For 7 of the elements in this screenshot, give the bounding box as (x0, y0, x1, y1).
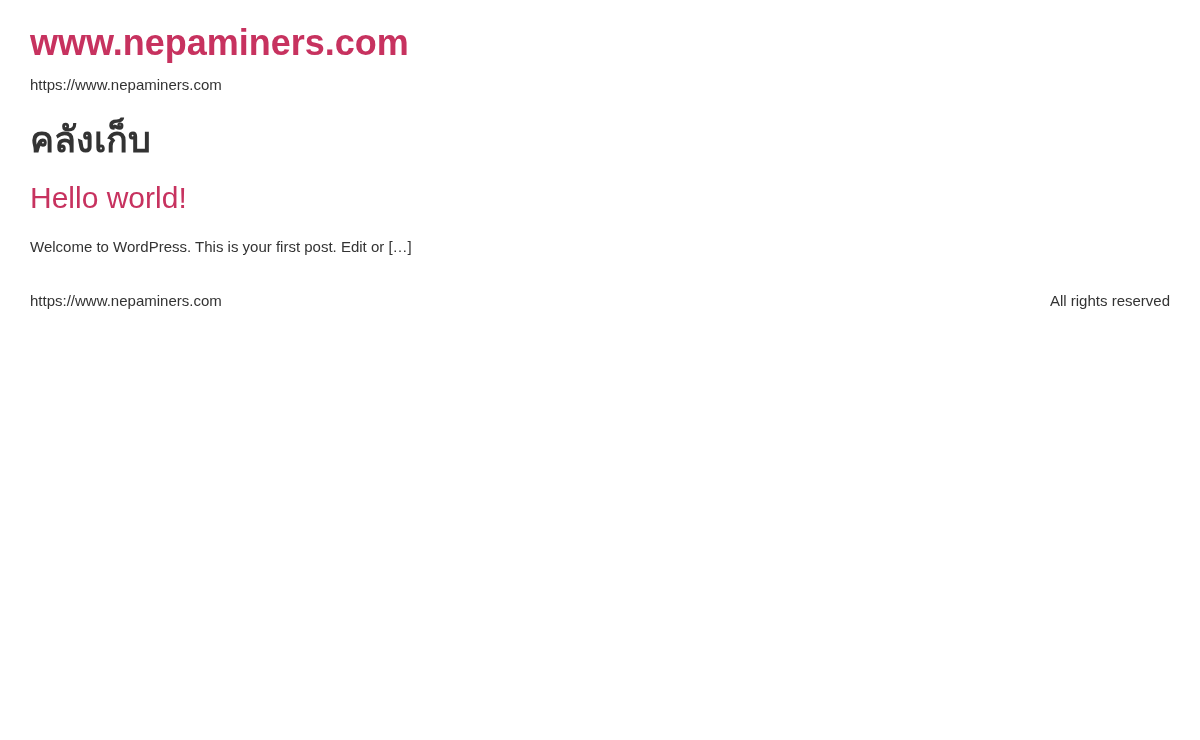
copyright-text: All rights reserved (1049, 291, 1170, 311)
post-title[interactable]: Hello world! (30, 179, 187, 217)
footer-url: https://www.nepaminers.com (30, 291, 222, 311)
archive-heading: คลังเก็บ (30, 117, 151, 162)
post-excerpt: Welcome to WordPress. This is your first post. Edit or […] (30, 237, 412, 257)
site-title[interactable]: www.nepaminers.com (30, 20, 409, 66)
site-tagline: https://www.nepaminers.com (30, 75, 222, 95)
